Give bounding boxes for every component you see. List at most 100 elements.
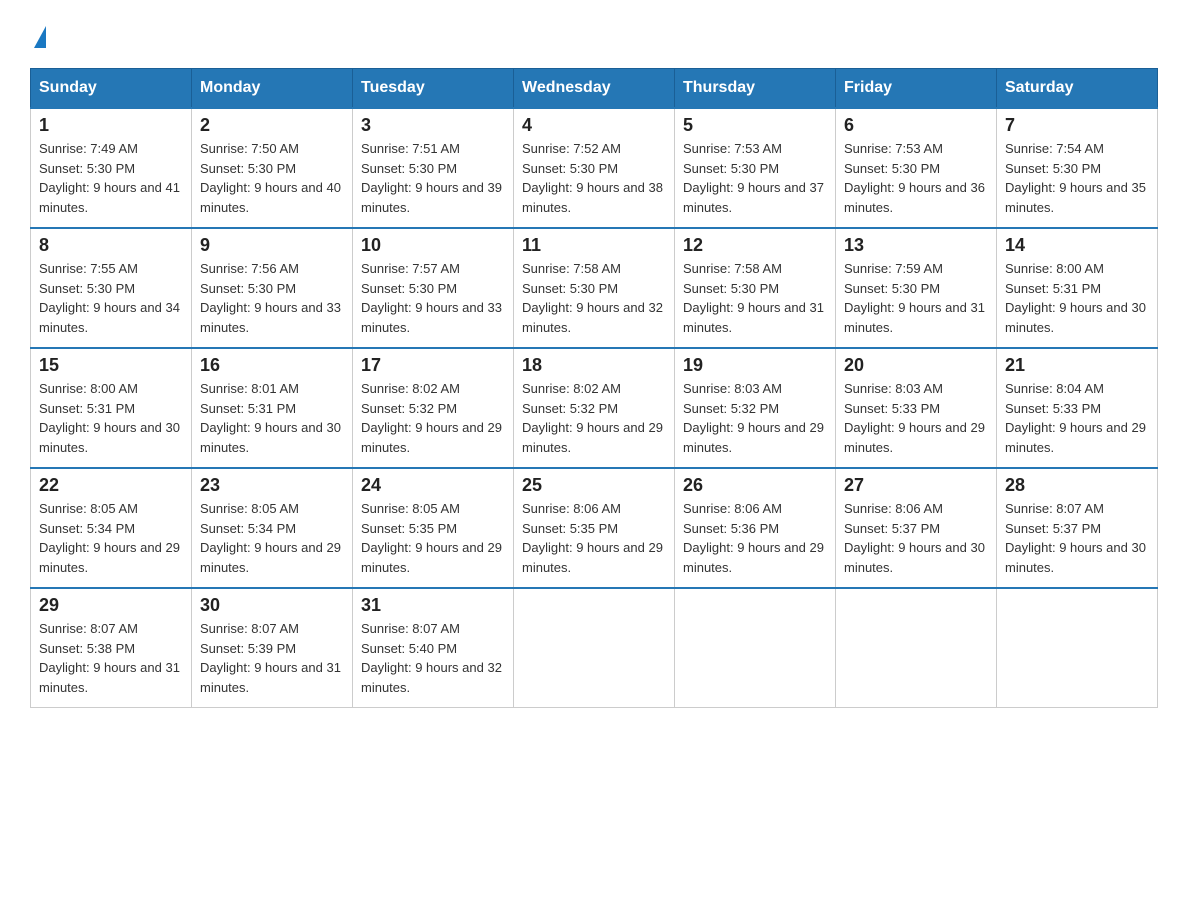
calendar-cell: 16 Sunrise: 8:01 AM Sunset: 5:31 PM Dayl… [192, 348, 353, 468]
day-number: 9 [200, 235, 344, 256]
weekday-header-wednesday: Wednesday [514, 69, 675, 109]
day-number: 10 [361, 235, 505, 256]
calendar-cell: 5 Sunrise: 7:53 AM Sunset: 5:30 PM Dayli… [675, 108, 836, 228]
calendar-cell: 11 Sunrise: 7:58 AM Sunset: 5:30 PM Dayl… [514, 228, 675, 348]
weekday-header-tuesday: Tuesday [353, 69, 514, 109]
day-info: Sunrise: 8:06 AM Sunset: 5:36 PM Dayligh… [683, 499, 827, 577]
day-info: Sunrise: 8:02 AM Sunset: 5:32 PM Dayligh… [361, 379, 505, 457]
calendar-cell: 12 Sunrise: 7:58 AM Sunset: 5:30 PM Dayl… [675, 228, 836, 348]
day-number: 11 [522, 235, 666, 256]
day-number: 24 [361, 475, 505, 496]
calendar-cell: 15 Sunrise: 8:00 AM Sunset: 5:31 PM Dayl… [31, 348, 192, 468]
day-number: 25 [522, 475, 666, 496]
calendar-cell [514, 588, 675, 708]
day-number: 15 [39, 355, 183, 376]
day-number: 19 [683, 355, 827, 376]
day-number: 14 [1005, 235, 1149, 256]
calendar-cell [997, 588, 1158, 708]
calendar-cell: 24 Sunrise: 8:05 AM Sunset: 5:35 PM Dayl… [353, 468, 514, 588]
calendar-cell [675, 588, 836, 708]
calendar-cell: 21 Sunrise: 8:04 AM Sunset: 5:33 PM Dayl… [997, 348, 1158, 468]
day-number: 26 [683, 475, 827, 496]
day-number: 20 [844, 355, 988, 376]
day-number: 12 [683, 235, 827, 256]
day-number: 6 [844, 115, 988, 136]
week-row-4: 22 Sunrise: 8:05 AM Sunset: 5:34 PM Dayl… [31, 468, 1158, 588]
calendar-cell: 3 Sunrise: 7:51 AM Sunset: 5:30 PM Dayli… [353, 108, 514, 228]
day-info: Sunrise: 7:53 AM Sunset: 5:30 PM Dayligh… [844, 139, 988, 217]
page-header [30, 20, 1158, 48]
calendar-cell: 22 Sunrise: 8:05 AM Sunset: 5:34 PM Dayl… [31, 468, 192, 588]
weekday-header-sunday: Sunday [31, 69, 192, 109]
weekday-header-monday: Monday [192, 69, 353, 109]
day-number: 23 [200, 475, 344, 496]
calendar-cell: 13 Sunrise: 7:59 AM Sunset: 5:30 PM Dayl… [836, 228, 997, 348]
calendar-cell: 26 Sunrise: 8:06 AM Sunset: 5:36 PM Dayl… [675, 468, 836, 588]
weekday-header-row: SundayMondayTuesdayWednesdayThursdayFrid… [31, 69, 1158, 109]
day-info: Sunrise: 7:59 AM Sunset: 5:30 PM Dayligh… [844, 259, 988, 337]
week-row-2: 8 Sunrise: 7:55 AM Sunset: 5:30 PM Dayli… [31, 228, 1158, 348]
day-info: Sunrise: 8:03 AM Sunset: 5:33 PM Dayligh… [844, 379, 988, 457]
day-info: Sunrise: 8:03 AM Sunset: 5:32 PM Dayligh… [683, 379, 827, 457]
day-number: 21 [1005, 355, 1149, 376]
calendar-table: SundayMondayTuesdayWednesdayThursdayFrid… [30, 68, 1158, 708]
day-number: 5 [683, 115, 827, 136]
weekday-header-friday: Friday [836, 69, 997, 109]
calendar-cell: 2 Sunrise: 7:50 AM Sunset: 5:30 PM Dayli… [192, 108, 353, 228]
day-info: Sunrise: 8:07 AM Sunset: 5:40 PM Dayligh… [361, 619, 505, 697]
week-row-1: 1 Sunrise: 7:49 AM Sunset: 5:30 PM Dayli… [31, 108, 1158, 228]
day-number: 2 [200, 115, 344, 136]
weekday-header-saturday: Saturday [997, 69, 1158, 109]
day-number: 16 [200, 355, 344, 376]
day-number: 18 [522, 355, 666, 376]
calendar-cell: 18 Sunrise: 8:02 AM Sunset: 5:32 PM Dayl… [514, 348, 675, 468]
day-info: Sunrise: 7:49 AM Sunset: 5:30 PM Dayligh… [39, 139, 183, 217]
day-info: Sunrise: 8:00 AM Sunset: 5:31 PM Dayligh… [39, 379, 183, 457]
day-info: Sunrise: 8:05 AM Sunset: 5:34 PM Dayligh… [200, 499, 344, 577]
day-info: Sunrise: 8:04 AM Sunset: 5:33 PM Dayligh… [1005, 379, 1149, 457]
day-number: 13 [844, 235, 988, 256]
day-info: Sunrise: 8:01 AM Sunset: 5:31 PM Dayligh… [200, 379, 344, 457]
calendar-cell: 9 Sunrise: 7:56 AM Sunset: 5:30 PM Dayli… [192, 228, 353, 348]
calendar-cell: 1 Sunrise: 7:49 AM Sunset: 5:30 PM Dayli… [31, 108, 192, 228]
day-number: 3 [361, 115, 505, 136]
day-info: Sunrise: 7:51 AM Sunset: 5:30 PM Dayligh… [361, 139, 505, 217]
day-info: Sunrise: 7:56 AM Sunset: 5:30 PM Dayligh… [200, 259, 344, 337]
day-number: 31 [361, 595, 505, 616]
calendar-cell: 7 Sunrise: 7:54 AM Sunset: 5:30 PM Dayli… [997, 108, 1158, 228]
day-number: 17 [361, 355, 505, 376]
day-info: Sunrise: 8:06 AM Sunset: 5:37 PM Dayligh… [844, 499, 988, 577]
calendar-cell: 28 Sunrise: 8:07 AM Sunset: 5:37 PM Dayl… [997, 468, 1158, 588]
calendar-cell: 17 Sunrise: 8:02 AM Sunset: 5:32 PM Dayl… [353, 348, 514, 468]
calendar-cell: 31 Sunrise: 8:07 AM Sunset: 5:40 PM Dayl… [353, 588, 514, 708]
calendar-cell: 27 Sunrise: 8:06 AM Sunset: 5:37 PM Dayl… [836, 468, 997, 588]
day-number: 27 [844, 475, 988, 496]
day-info: Sunrise: 7:52 AM Sunset: 5:30 PM Dayligh… [522, 139, 666, 217]
day-info: Sunrise: 7:58 AM Sunset: 5:30 PM Dayligh… [522, 259, 666, 337]
day-number: 22 [39, 475, 183, 496]
calendar-cell: 6 Sunrise: 7:53 AM Sunset: 5:30 PM Dayli… [836, 108, 997, 228]
day-number: 1 [39, 115, 183, 136]
logo-triangle-icon [34, 26, 46, 48]
day-info: Sunrise: 7:54 AM Sunset: 5:30 PM Dayligh… [1005, 139, 1149, 217]
day-info: Sunrise: 8:07 AM Sunset: 5:39 PM Dayligh… [200, 619, 344, 697]
calendar-cell: 29 Sunrise: 8:07 AM Sunset: 5:38 PM Dayl… [31, 588, 192, 708]
calendar-cell: 23 Sunrise: 8:05 AM Sunset: 5:34 PM Dayl… [192, 468, 353, 588]
day-number: 30 [200, 595, 344, 616]
day-info: Sunrise: 7:50 AM Sunset: 5:30 PM Dayligh… [200, 139, 344, 217]
day-number: 7 [1005, 115, 1149, 136]
day-info: Sunrise: 7:58 AM Sunset: 5:30 PM Dayligh… [683, 259, 827, 337]
calendar-cell: 4 Sunrise: 7:52 AM Sunset: 5:30 PM Dayli… [514, 108, 675, 228]
calendar-cell: 8 Sunrise: 7:55 AM Sunset: 5:30 PM Dayli… [31, 228, 192, 348]
calendar-cell: 14 Sunrise: 8:00 AM Sunset: 5:31 PM Dayl… [997, 228, 1158, 348]
day-info: Sunrise: 8:00 AM Sunset: 5:31 PM Dayligh… [1005, 259, 1149, 337]
day-info: Sunrise: 7:55 AM Sunset: 5:30 PM Dayligh… [39, 259, 183, 337]
calendar-cell [836, 588, 997, 708]
weekday-header-thursday: Thursday [675, 69, 836, 109]
calendar-cell: 19 Sunrise: 8:03 AM Sunset: 5:32 PM Dayl… [675, 348, 836, 468]
day-info: Sunrise: 8:07 AM Sunset: 5:37 PM Dayligh… [1005, 499, 1149, 577]
week-row-5: 29 Sunrise: 8:07 AM Sunset: 5:38 PM Dayl… [31, 588, 1158, 708]
day-number: 28 [1005, 475, 1149, 496]
day-info: Sunrise: 7:57 AM Sunset: 5:30 PM Dayligh… [361, 259, 505, 337]
calendar-cell: 25 Sunrise: 8:06 AM Sunset: 5:35 PM Dayl… [514, 468, 675, 588]
